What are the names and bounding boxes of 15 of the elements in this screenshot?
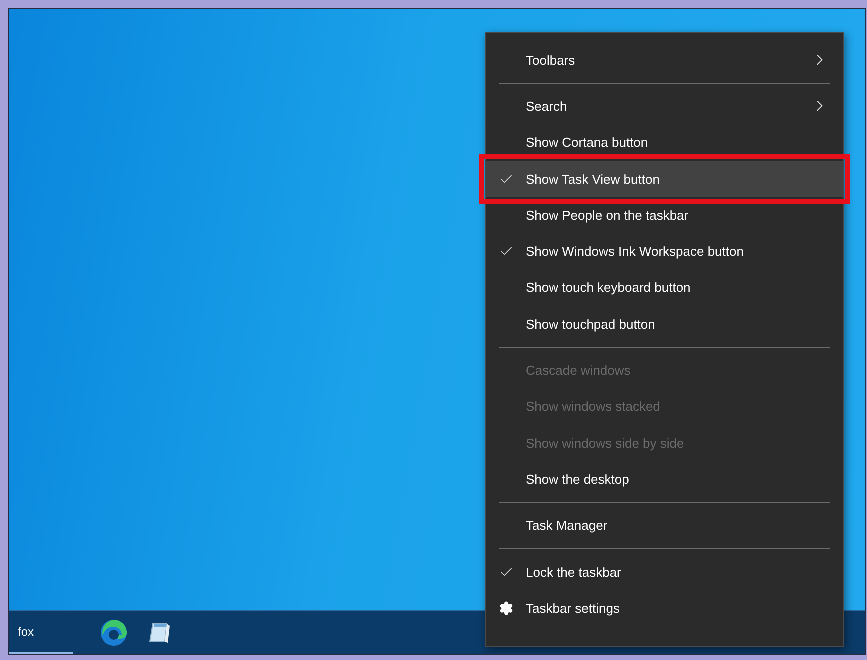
taskbar-app[interactable]: fox <box>9 611 73 654</box>
menu-item[interactable]: Show Task View button <box>486 160 843 198</box>
menu-item[interactable]: Taskbar settings <box>486 590 843 626</box>
settings-icon <box>498 600 514 616</box>
menu-item[interactable]: Lock the taskbar <box>486 554 843 590</box>
menu-item[interactable]: Show the desktop <box>486 461 843 498</box>
menu-item[interactable]: Show People on the taskbar <box>486 197 843 234</box>
menu-item[interactable]: Task Manager <box>486 508 843 544</box>
menu-item[interactable]: Toolbars <box>486 42 843 78</box>
browser-icon[interactable] <box>100 618 128 646</box>
menu-item[interactable]: Show touchpad button <box>486 306 843 342</box>
menu-item[interactable]: Show Windows Ink Workspace button <box>486 233 843 270</box>
menu-item[interactable]: Show Cortana button <box>486 124 843 161</box>
menu-item[interactable]: Search <box>486 88 843 125</box>
menu-item[interactable]: Show touch keyboard button <box>486 270 843 306</box>
